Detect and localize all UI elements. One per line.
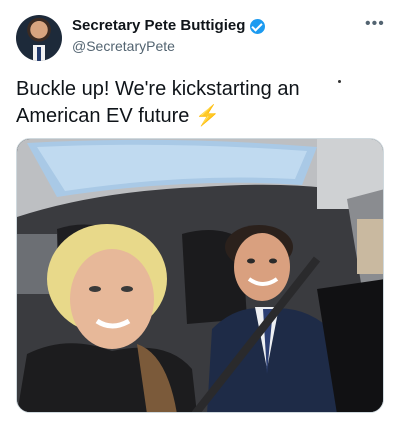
car-selfie-illustration [17,139,383,412]
author-name[interactable]: Secretary Pete Buttigieg [72,17,245,35]
verified-badge-icon [250,18,266,34]
tweet-photo[interactable] [16,138,384,413]
avatar-tie [37,47,41,61]
tweet-text: Buckle up! We're kickstarting an America… [16,76,346,130]
author-handle[interactable]: @SecretaryPete [72,38,175,54]
tweet-body: Buckle up! We're kickstarting an America… [16,78,300,127]
more-options-icon[interactable]: ••• [365,16,385,32]
high-voltage-emoji: ⚡ [194,105,220,127]
author-name-row: Secretary Pete Buttigieg [72,17,266,35]
author-avatar[interactable] [16,15,62,61]
